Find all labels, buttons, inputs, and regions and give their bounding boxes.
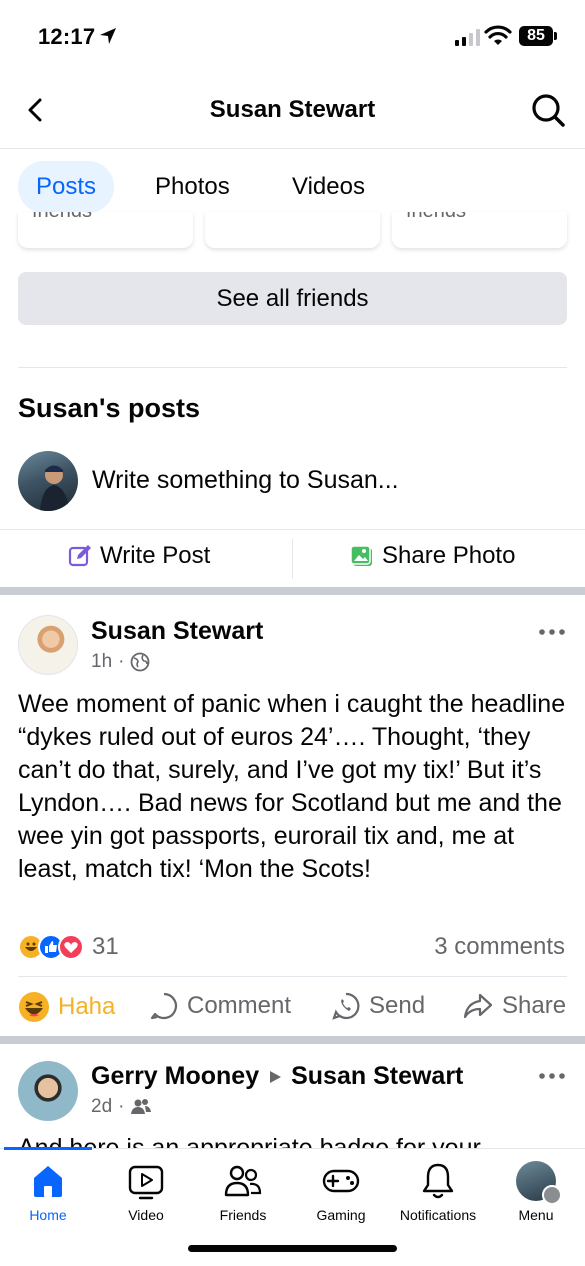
post-meta: 1h ·	[91, 651, 150, 673]
tab-label: Menu	[518, 1207, 554, 1223]
whatsapp-send-icon	[332, 992, 360, 1020]
haha-icon	[19, 992, 49, 1022]
tab-posts[interactable]: Posts	[18, 161, 115, 213]
bell-icon	[422, 1163, 454, 1199]
tab-video[interactable]: Video	[96, 1161, 196, 1223]
tab-home[interactable]: Home	[0, 1161, 98, 1223]
avatar	[516, 1161, 562, 1205]
tab-label: Gaming	[316, 1207, 366, 1223]
tab-menu[interactable]: Menu	[486, 1161, 585, 1223]
avatar[interactable]	[18, 451, 78, 511]
share-icon	[463, 993, 493, 1019]
post-composer-input[interactable]: Write something to Susan...	[92, 466, 399, 495]
tab-photos[interactable]: Photos	[137, 161, 248, 213]
edit-icon	[68, 545, 91, 567]
profile-tabs: Posts Photos Videos	[0, 150, 585, 220]
comment-icon	[150, 992, 178, 1020]
globe-icon	[131, 652, 150, 672]
post-header: Gerry Mooney Susan Stewart	[91, 1062, 463, 1091]
write-post-button[interactable]: Write Post	[68, 542, 210, 570]
friends-icon	[131, 1099, 152, 1114]
avatar[interactable]	[18, 615, 78, 675]
post-timestamp[interactable]: 2d	[91, 1096, 112, 1118]
reaction-summary[interactable]: 31	[18, 932, 119, 962]
comment-button[interactable]: Comment	[149, 991, 291, 1021]
status-bar: 12:17 85	[0, 0, 585, 74]
love-reaction-icon	[58, 934, 84, 960]
friend-card[interactable]	[205, 212, 380, 248]
post-author[interactable]: Susan Stewart	[91, 617, 263, 646]
tab-gaming[interactable]: Gaming	[291, 1161, 391, 1223]
friends-icon	[224, 1165, 262, 1197]
meta-dot: ·	[118, 651, 125, 672]
composer-actions: Write Post Share Photo	[0, 529, 585, 587]
share-photo-button[interactable]: Share Photo	[350, 542, 515, 570]
tab-label: Notifications	[399, 1207, 477, 1223]
more-options-icon[interactable]	[536, 622, 568, 642]
write-post-label: Write Post	[100, 542, 211, 569]
home-indicator	[188, 1245, 397, 1252]
action-separator	[292, 539, 293, 579]
friend-card[interactable]: friends	[392, 212, 567, 248]
page-title: Susan Stewart	[209, 96, 376, 123]
tab-label: Friends	[219, 1207, 267, 1223]
friend-card-caption: friends	[32, 212, 92, 223]
post-body-text: And here is an appropriate badge for you…	[18, 1134, 481, 1148]
triangle-right-icon	[270, 1070, 282, 1083]
see-all-friends-button[interactable]: See all friends	[18, 272, 567, 325]
photo-icon	[350, 545, 372, 566]
battery-tip	[554, 32, 557, 40]
wifi-icon	[484, 25, 512, 45]
share-button[interactable]: Share	[462, 991, 566, 1021]
home-icon	[34, 1166, 62, 1197]
comment-label: Comment	[187, 992, 292, 1019]
friend-card[interactable]: friends	[18, 212, 193, 248]
tab-videos[interactable]: Videos	[274, 161, 383, 213]
section-divider	[18, 367, 567, 368]
cellular-signal-icon	[455, 29, 480, 46]
share-photo-label: Share Photo	[382, 542, 516, 569]
gaming-icon	[322, 1169, 360, 1193]
comments-count[interactable]: 3 comments	[434, 933, 565, 961]
active-tab-indicator	[4, 1147, 92, 1150]
post-timestamp[interactable]: 1h	[91, 651, 112, 673]
post-author[interactable]: Gerry Mooney	[91, 1062, 259, 1091]
post-target[interactable]: Susan Stewart	[291, 1062, 463, 1091]
feed-divider	[0, 1036, 585, 1044]
haha-label: Haha	[58, 993, 116, 1020]
send-button[interactable]: Send	[331, 991, 425, 1021]
menu-icon	[542, 1185, 562, 1205]
profile-header: Susan Stewart	[0, 74, 585, 149]
posts-heading: Susan's posts	[18, 393, 200, 423]
feed-divider	[0, 587, 585, 595]
location-arrow-icon	[100, 28, 116, 44]
haha-button[interactable]: Haha	[18, 991, 115, 1023]
video-icon	[128, 1165, 164, 1200]
avatar-photo	[40, 465, 70, 511]
more-options-icon[interactable]	[536, 1066, 568, 1086]
tab-label: Home	[29, 1207, 67, 1223]
tab-label: Video	[128, 1207, 164, 1223]
status-time: 12:17	[38, 24, 96, 49]
meta-dot: ·	[118, 1096, 125, 1117]
post-meta: 2d ·	[91, 1096, 152, 1118]
search-icon[interactable]	[528, 90, 568, 130]
friend-card-caption: friends	[406, 212, 466, 223]
tab-friends[interactable]: Friends	[193, 1161, 293, 1223]
tab-notifications[interactable]: Notifications	[388, 1161, 488, 1223]
share-label: Share	[502, 992, 567, 1019]
post-body-text: Wee moment of panic when i caught the he…	[18, 690, 566, 883]
avatar[interactable]	[18, 1061, 78, 1121]
battery-level: 85	[519, 26, 553, 46]
post-action-bar: Haha Comment Send Share	[18, 976, 567, 1036]
reaction-count: 31	[92, 933, 119, 960]
send-label: Send	[369, 992, 426, 1019]
